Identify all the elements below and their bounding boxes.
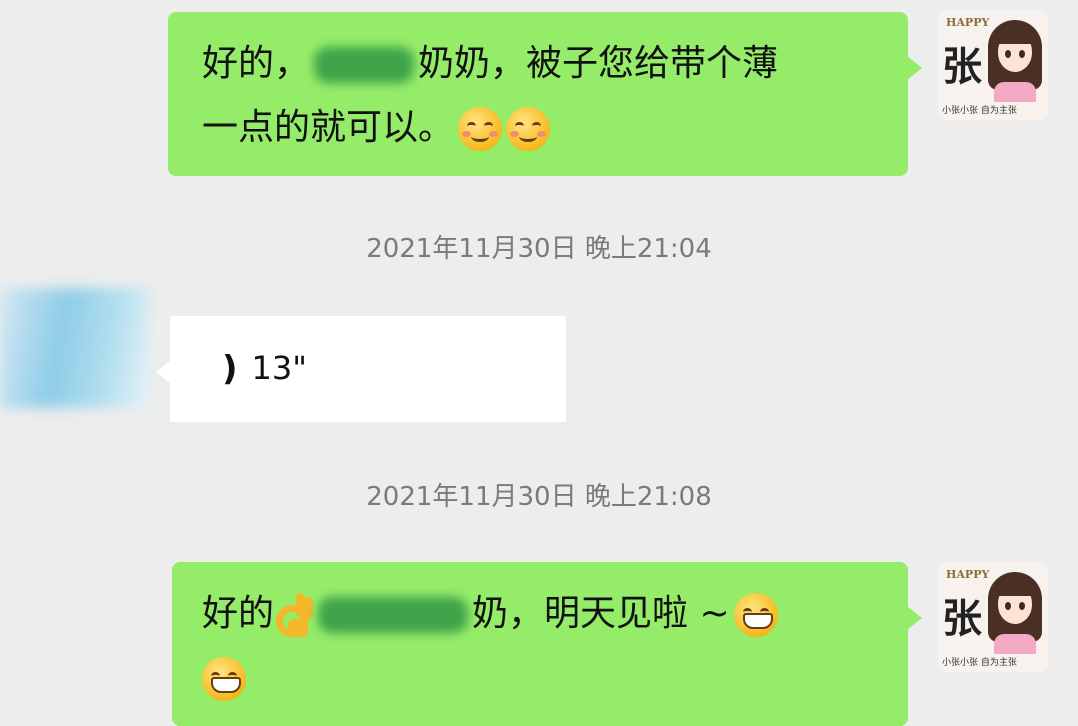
- avatar-badge: HAPPY: [946, 16, 990, 29]
- redacted-name: [318, 597, 469, 633]
- message-line: 好的， 奶奶，被子您给带个薄: [202, 32, 908, 96]
- message-line: 一点的就可以。: [202, 96, 908, 160]
- message-timestamp: 2021年11月30日 晚上21:04: [366, 234, 712, 264]
- outgoing-message-bubble[interactable]: 好的， 奶奶，被子您给带个薄 一点的就可以。: [168, 12, 922, 176]
- message-timestamp: 2021年11月30日 晚上21:08: [366, 482, 712, 512]
- voice-duration: 13": [251, 349, 307, 387]
- smiling-face-emoji-icon: [458, 107, 503, 151]
- message-text: 奶奶，被子您给带个薄: [418, 43, 779, 84]
- outgoing-message-bubble[interactable]: 好的 奶，明天见啦 ~: [172, 562, 922, 726]
- girl-illustration-icon: [988, 20, 1042, 102]
- ok-hand-emoji-icon: [274, 593, 314, 637]
- grinning-face-emoji-icon: [202, 657, 246, 701]
- avatar-caption: 小张小张 自为主张: [942, 106, 1017, 116]
- self-avatar[interactable]: HAPPY 张 小张小张 自为主张: [938, 562, 1048, 672]
- message-text: 奶，明天见啦 ~: [472, 593, 730, 634]
- smiling-face-emoji-icon: [506, 107, 551, 151]
- message-line: 好的 奶，明天见啦 ~: [202, 582, 908, 646]
- voice-message-bubble[interactable]: ) 13": [156, 316, 566, 422]
- avatar-badge: HAPPY: [946, 568, 990, 581]
- avatar-character: 张: [942, 44, 982, 90]
- avatar-character: 张: [942, 596, 982, 642]
- voice-wave-icon: ): [222, 349, 238, 389]
- message-text: 一点的就可以。: [202, 107, 455, 148]
- avatar-caption: 小张小张 自为主张: [942, 658, 1017, 668]
- redacted-name: [314, 47, 415, 83]
- message-line: [202, 646, 908, 710]
- grinning-face-emoji-icon: [733, 593, 778, 637]
- self-avatar[interactable]: HAPPY 张 小张小张 自为主张: [938, 10, 1048, 120]
- message-text: 好的: [202, 593, 275, 634]
- contact-avatar[interactable]: [0, 288, 150, 408]
- girl-illustration-icon: [988, 572, 1042, 654]
- message-text: 好的，: [202, 43, 311, 84]
